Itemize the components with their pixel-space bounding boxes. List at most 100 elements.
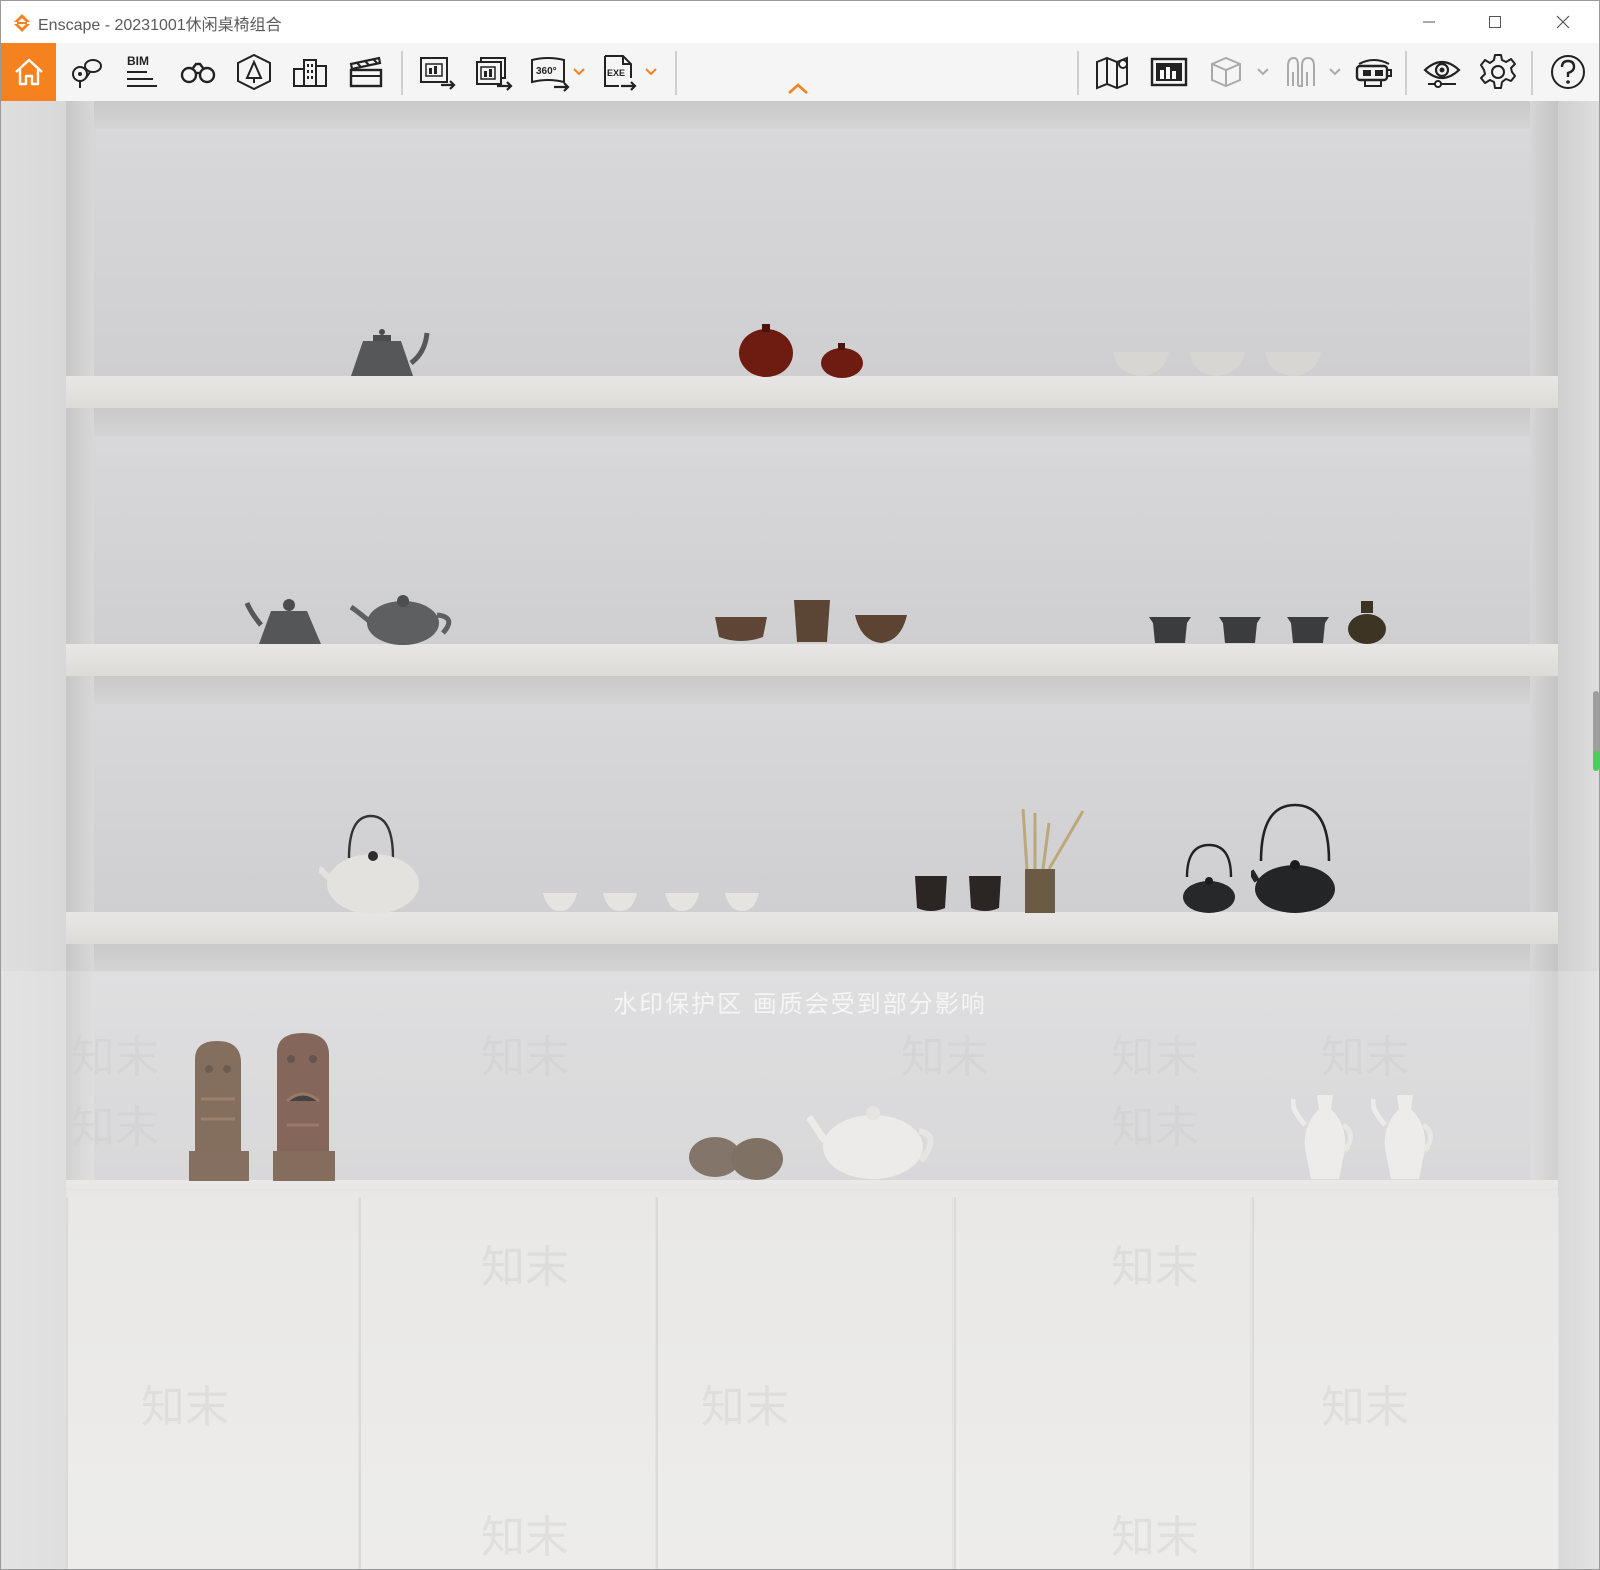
enscape-logo-icon xyxy=(14,14,30,32)
cube-dropdown-button[interactable] xyxy=(1253,43,1273,101)
watermark-brand: 知末 xyxy=(1111,1512,1199,1563)
batch-export-icon xyxy=(476,57,513,91)
brown-bowl xyxy=(715,617,767,641)
toolbar-separator xyxy=(1077,51,1079,95)
project-name: 20231001休闲桌椅组合 xyxy=(114,17,282,34)
home-icon xyxy=(14,58,43,86)
pomegranate-small xyxy=(821,343,863,378)
chevron-down-icon xyxy=(645,68,657,76)
teapot-gray xyxy=(351,329,430,376)
map-button[interactable] xyxy=(1086,43,1140,101)
watermark-brand: 知末 xyxy=(1321,1032,1409,1083)
brown-bowl xyxy=(855,615,907,643)
minimize-button[interactable] xyxy=(1397,1,1461,43)
export-exe-button[interactable]: EXE xyxy=(593,43,647,101)
chevron-down-icon xyxy=(573,68,585,76)
brown-cup xyxy=(794,600,830,642)
vr-headset-button[interactable] xyxy=(1347,43,1401,101)
panorama-dropdown-button[interactable] xyxy=(569,43,589,101)
small-vase xyxy=(1348,601,1386,644)
asset-library-button[interactable] xyxy=(59,43,113,101)
home-button[interactable] xyxy=(1,43,56,101)
close-icon xyxy=(1556,15,1570,29)
toolbar-separator xyxy=(401,51,403,95)
shelf-board xyxy=(66,644,1558,677)
watermark-brand: 知末 xyxy=(1111,1102,1199,1153)
watermark-brand: 知末 xyxy=(481,1242,569,1293)
bim-icon: BIM xyxy=(127,54,157,87)
batch-export-button[interactable] xyxy=(467,43,521,101)
cube-icon xyxy=(1211,56,1241,88)
watermark-brand: 知末 xyxy=(481,1512,569,1563)
cast-iron-teapot xyxy=(1251,803,1335,913)
dark-cup xyxy=(1149,617,1191,643)
app-name: Enscape xyxy=(38,17,101,34)
watermark-brand: 知末 xyxy=(1111,1242,1199,1293)
settings-gear-icon xyxy=(1480,54,1516,89)
site-context-button[interactable] xyxy=(227,43,281,101)
maximize-icon xyxy=(1489,16,1501,28)
export-exe-icon: EXE xyxy=(604,55,637,91)
walk-dropdown-button[interactable] xyxy=(1325,43,1345,101)
map-icon xyxy=(1096,56,1128,90)
dark-cup xyxy=(1219,617,1261,643)
video-editor-button[interactable] xyxy=(339,43,393,101)
white-teacup xyxy=(665,893,699,911)
toolbar-separator xyxy=(1531,51,1533,95)
help-icon xyxy=(1551,55,1585,89)
render-viewport[interactable]: 水印保护区 画质会受到部分影响 知末 知末 知末 知末 知末 知末 知末 知末 … xyxy=(1,101,1599,1569)
watermark-brand: 知末 xyxy=(901,1032,989,1083)
white-teacup xyxy=(543,893,577,911)
image-gallery-button[interactable] xyxy=(1142,43,1196,101)
watermark-brand: 知末 xyxy=(1111,1032,1199,1083)
white-teacup xyxy=(725,893,759,911)
watermark-brand: 知末 xyxy=(701,1382,789,1433)
walk-people-icon xyxy=(1287,56,1315,87)
site-context-icon xyxy=(237,53,271,91)
black-cup xyxy=(915,876,947,911)
shelf-compartment xyxy=(66,101,1558,376)
watermark-brand: 知末 xyxy=(71,1102,159,1153)
maximize-button[interactable] xyxy=(1463,1,1527,43)
white-bowl xyxy=(1265,352,1321,376)
walk-mode-button[interactable] xyxy=(1273,43,1327,101)
toolbar-separator xyxy=(675,51,677,95)
tea-utensil-holder xyxy=(1021,809,1085,913)
help-button[interactable] xyxy=(1541,43,1595,101)
shelf-board xyxy=(66,376,1558,409)
exe-label: EXE xyxy=(607,68,625,78)
image-gallery-icon xyxy=(1150,57,1188,87)
asset-library-icon xyxy=(72,59,102,88)
watermark-notice: 水印保护区 画质会受到部分影响 xyxy=(613,989,987,1018)
title-bar[interactable]: Enscape - 20231001休闲桌椅组合 xyxy=(1,1,1599,43)
vr-headset-icon xyxy=(1355,59,1392,87)
close-button[interactable] xyxy=(1531,1,1595,43)
bim-label: BIM xyxy=(127,54,149,68)
export-image-button[interactable] xyxy=(411,43,465,101)
pano-label: 360° xyxy=(536,66,557,77)
black-cup xyxy=(969,876,1001,911)
white-teacup xyxy=(603,893,637,911)
visual-settings-button[interactable] xyxy=(1415,43,1469,101)
white-bowl xyxy=(1113,352,1169,376)
collapse-toolbar-chevron-up-icon[interactable] xyxy=(786,81,810,95)
viewport-scroll-indicator xyxy=(1593,751,1599,771)
watermark-brand: 知末 xyxy=(481,1032,569,1083)
settings-button[interactable] xyxy=(1471,43,1525,101)
buildings-button[interactable] xyxy=(283,43,337,101)
watermark-brand: 知末 xyxy=(1321,1382,1409,1433)
teapot-gray xyxy=(245,599,321,644)
bim-button[interactable]: BIM xyxy=(114,43,168,101)
views-button[interactable] xyxy=(171,43,225,101)
panorama-360-icon: 360° xyxy=(531,57,570,92)
teapot-gray xyxy=(349,595,452,645)
window-title: Enscape - 20231001休闲桌椅组合 xyxy=(38,11,282,35)
exe-dropdown-button[interactable] xyxy=(641,43,661,101)
white-teapot xyxy=(319,814,419,914)
white-bowl xyxy=(1189,352,1245,376)
chevron-down-icon xyxy=(1329,68,1341,76)
title-separator: - xyxy=(100,17,115,34)
chevron-down-icon xyxy=(1257,68,1269,76)
cube-view-button[interactable] xyxy=(1199,43,1253,101)
visual-settings-eye-icon xyxy=(1423,60,1461,88)
